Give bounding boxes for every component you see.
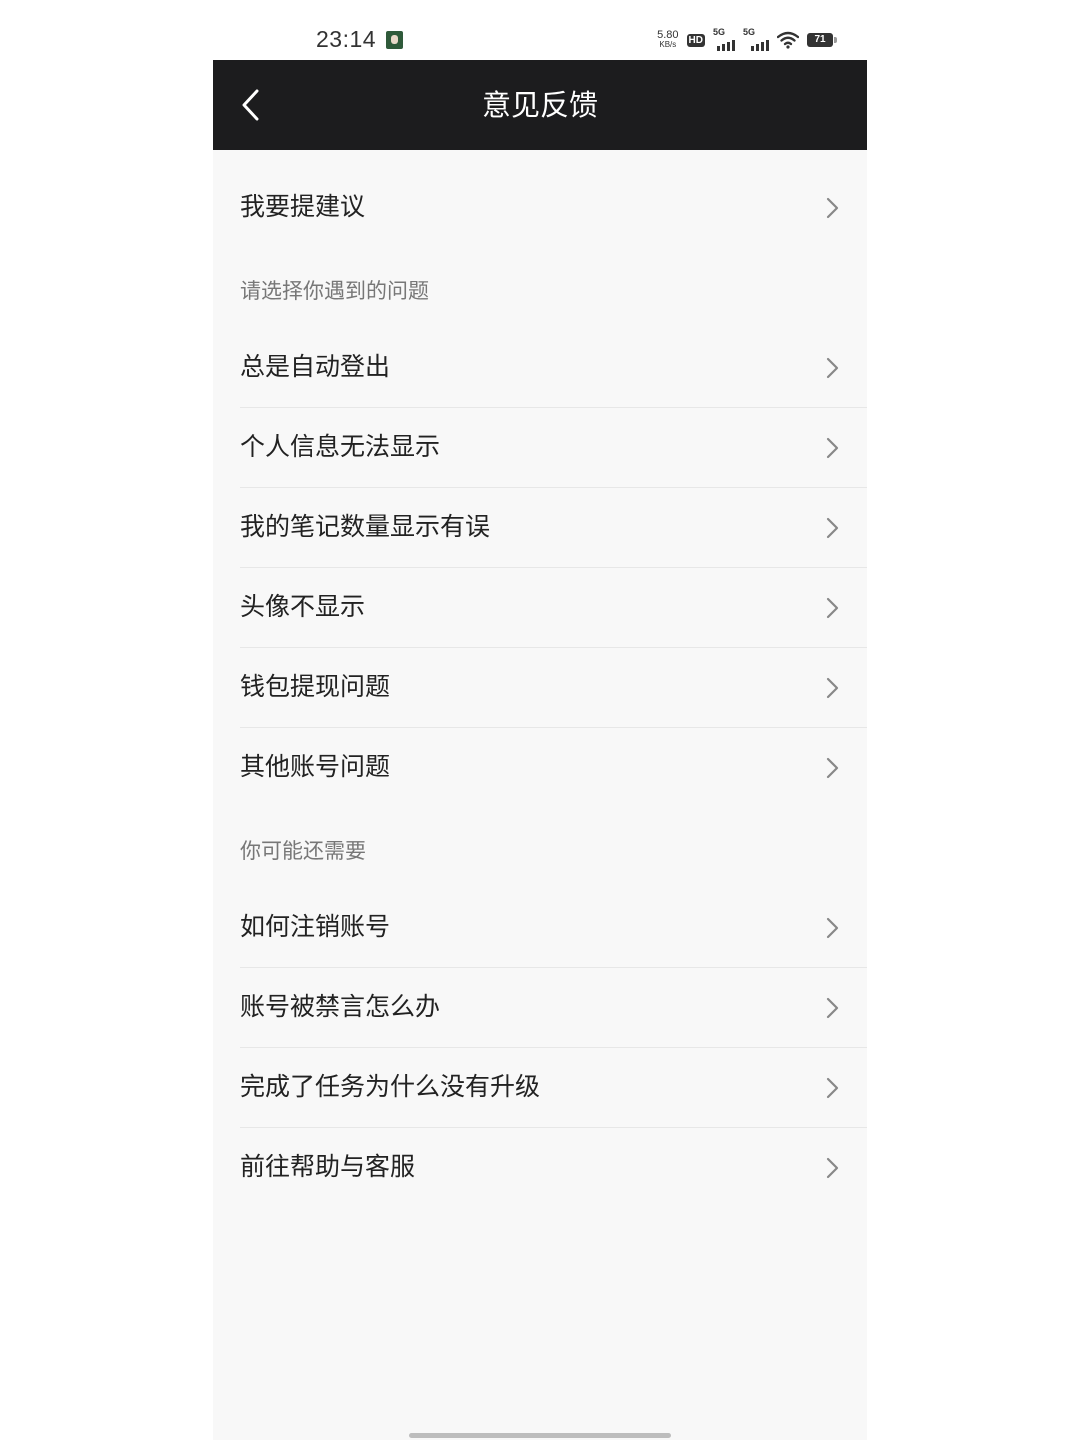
list-item-problem[interactable]: 其他账号问题: [240, 728, 867, 808]
hd-voice-icon: HD: [686, 33, 705, 47]
chevron-right-icon: [826, 1157, 839, 1179]
list-item-label: 总是自动登出: [240, 352, 391, 381]
chevron-right-icon: [826, 437, 839, 459]
list-item-problem[interactable]: 钱包提现问题: [240, 648, 867, 728]
signal-2-label: 5G: [743, 27, 756, 37]
list-item-label: 我的笔记数量显示有误: [240, 512, 491, 541]
chevron-right-icon: [826, 197, 839, 219]
chevron-right-icon: [826, 1077, 839, 1099]
status-bar: 23:14 5.80 KB/s HD 5G 5G 71: [213, 0, 867, 60]
suggest-row[interactable]: 我要提建议: [240, 168, 867, 248]
status-indicators: 5.80 KB/s HD 5G 5G 71: [657, 27, 837, 52]
phone-screen: 23:14 5.80 KB/s HD 5G 5G 71 意见反馈 我要提建议 请…: [213, 0, 867, 1440]
section-header-problems: 请选择你遇到的问题: [240, 248, 867, 328]
section-title-problems: 请选择你遇到的问题: [240, 279, 429, 303]
list-item-label: 账号被禁言怎么办: [240, 992, 441, 1021]
wifi-icon: [777, 31, 799, 49]
signal-1-label: 5G: [713, 27, 726, 37]
section-title-more: 你可能还需要: [240, 839, 366, 863]
home-indicator[interactable]: [409, 1433, 671, 1438]
signal-5g-icon-2: 5G: [743, 27, 769, 51]
network-speed-unit: KB/s: [659, 40, 677, 49]
chevron-right-icon: [826, 997, 839, 1019]
battery-icon: 71: [807, 33, 837, 47]
list-item-help[interactable]: 如何注销账号: [240, 888, 867, 968]
list-item-problem[interactable]: 总是自动登出: [240, 328, 867, 408]
chevron-right-icon: [826, 597, 839, 619]
network-speed: 5.80 KB/s: [657, 30, 678, 50]
list-item-label: 个人信息无法显示: [240, 432, 441, 461]
chevron-right-icon: [826, 357, 839, 379]
app-notification-icon: [386, 31, 403, 49]
list-item-label: 如何注销账号: [240, 912, 391, 941]
list-item-help[interactable]: 前往帮助与客服: [240, 1128, 867, 1208]
chevron-right-icon: [826, 757, 839, 779]
list-item-help[interactable]: 完成了任务为什么没有升级: [240, 1048, 867, 1128]
signal-5g-icon: 5G: [713, 27, 735, 51]
list-item-label: 其他账号问题: [240, 752, 391, 781]
navigation-bar: 意见反馈: [213, 60, 867, 150]
chevron-right-icon: [826, 517, 839, 539]
list-item-label: 头像不显示: [240, 592, 366, 621]
list-item-label: 前往帮助与客服: [240, 1152, 416, 1181]
list-item-label: 完成了任务为什么没有升级: [240, 1072, 541, 1101]
feedback-list: 我要提建议 请选择你遇到的问题 总是自动登出 个人信息无法显示 我的笔记数量显示…: [213, 150, 867, 1208]
network-speed-value: 5.80: [657, 29, 679, 41]
chevron-right-icon: [826, 917, 839, 939]
list-item-label: 钱包提现问题: [240, 672, 391, 701]
page-title: 意见反馈: [481, 88, 598, 122]
list-item-problem[interactable]: 个人信息无法显示: [240, 408, 867, 488]
chevron-right-icon: [826, 677, 839, 699]
list-item-problem[interactable]: 头像不显示: [240, 568, 867, 648]
section-header-more: 你可能还需要: [240, 808, 867, 888]
list-item-help[interactable]: 账号被禁言怎么办: [240, 968, 867, 1048]
suggest-row-label: 我要提建议: [240, 192, 366, 221]
list-item-problem[interactable]: 我的笔记数量显示有误: [240, 488, 867, 568]
status-time: 23:14: [316, 26, 377, 52]
